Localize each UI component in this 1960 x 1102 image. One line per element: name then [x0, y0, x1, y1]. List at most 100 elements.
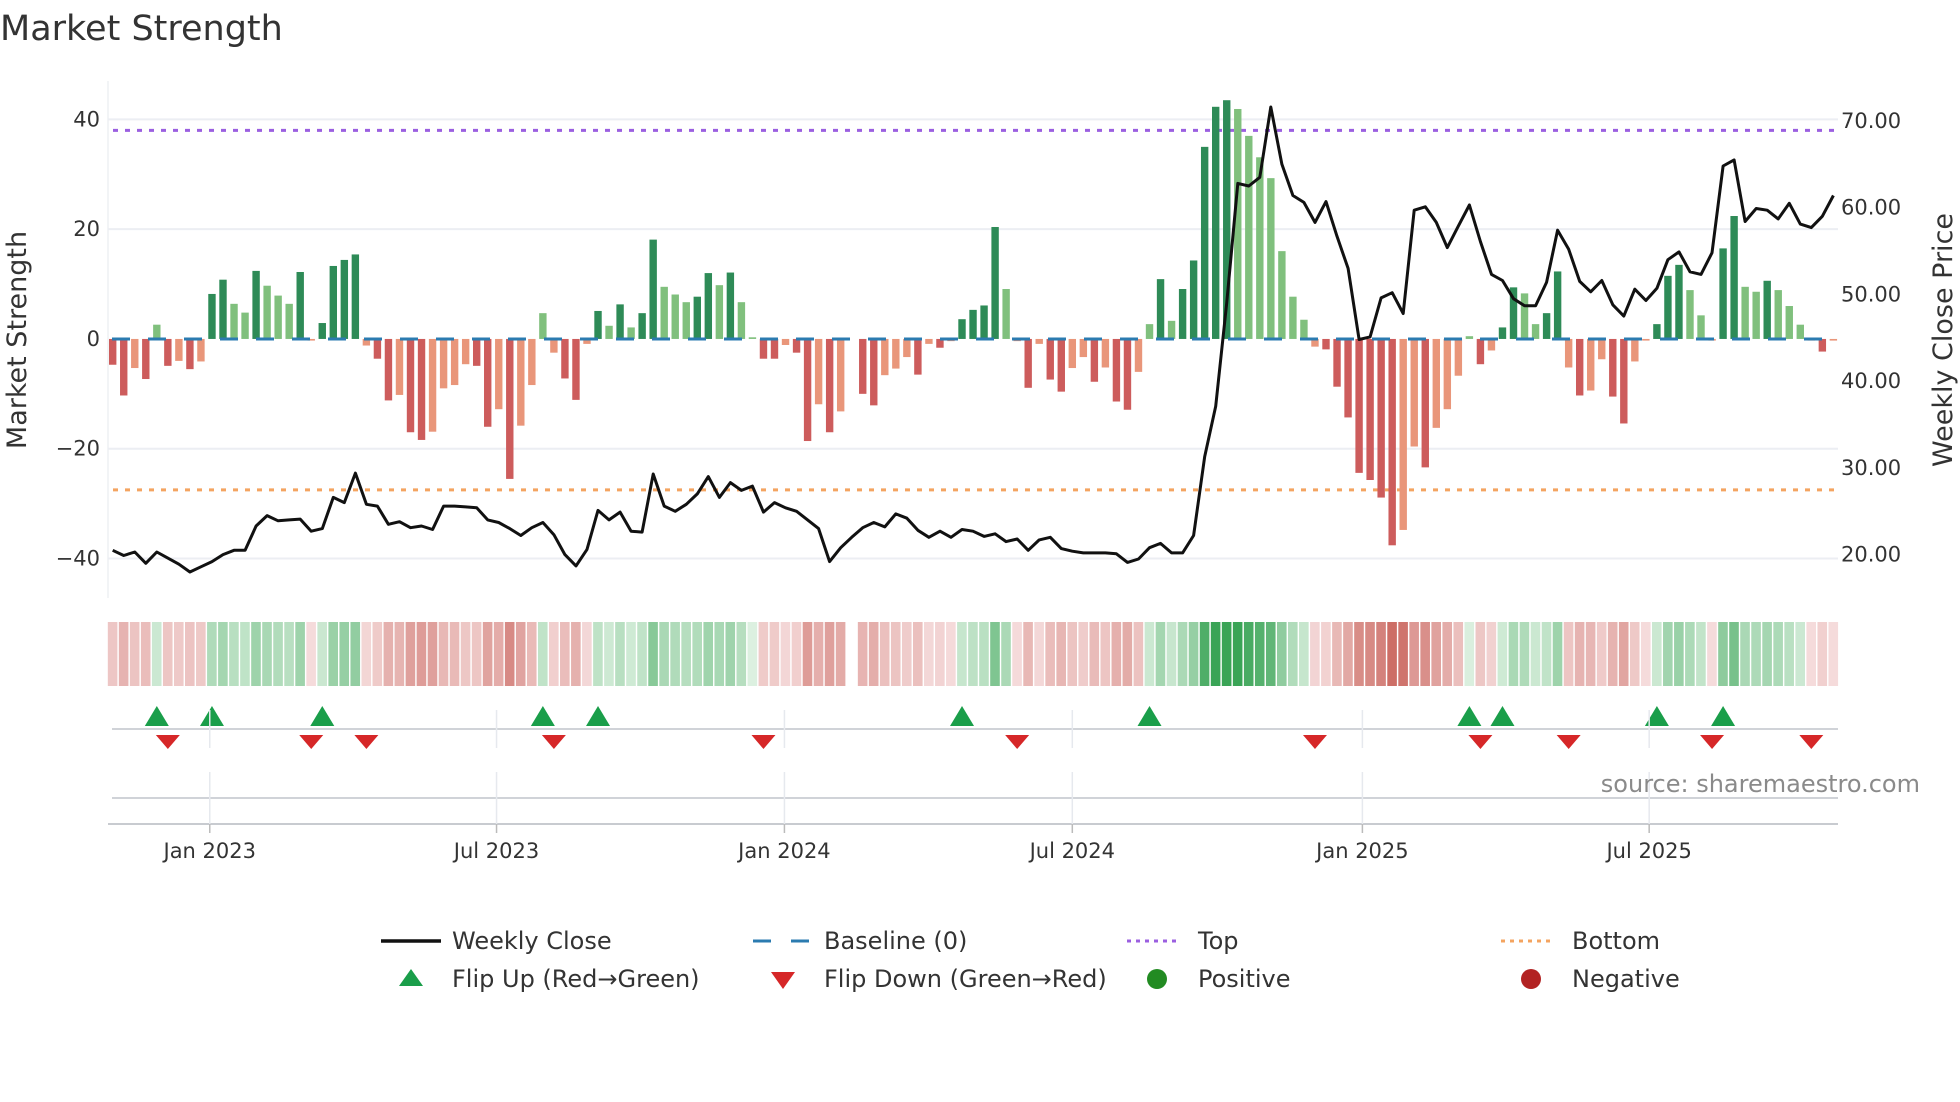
strength-bar	[1542, 313, 1551, 339]
strip-cell	[482, 622, 493, 686]
strength-bar	[1454, 338, 1463, 376]
strip-cell	[1696, 622, 1706, 686]
strength-bar	[1553, 271, 1562, 339]
strip-cell	[1563, 622, 1574, 686]
strength-bar	[737, 302, 746, 339]
strength-bar	[925, 338, 933, 344]
strip-cell	[1817, 622, 1828, 686]
strength-bar	[230, 303, 238, 339]
strip-cell	[405, 622, 416, 686]
strip-cell	[1663, 622, 1673, 686]
strength-bar	[1200, 146, 1209, 339]
strip-cell	[273, 622, 283, 686]
strength-bar	[472, 338, 481, 366]
y2-tick-label: 20.00	[1841, 543, 1901, 567]
strip-cell	[692, 622, 702, 686]
strip-cell	[1210, 622, 1221, 686]
strength-bar	[1730, 216, 1738, 339]
flip-down-marker	[299, 735, 324, 749]
strength-bar	[1123, 338, 1132, 410]
strip-cell	[1045, 622, 1055, 686]
y-tick-label: −40	[56, 546, 100, 570]
strip-cell	[196, 622, 206, 686]
strength-bar	[1079, 338, 1088, 358]
flip-down-marker	[1468, 735, 1493, 749]
flip-up-marker	[1457, 706, 1482, 726]
strength-bar	[715, 285, 724, 339]
legend-label: Baseline (0)	[824, 927, 967, 955]
strip-cell	[1177, 622, 1188, 686]
strength-bar	[859, 338, 867, 394]
strip-cell	[1574, 622, 1585, 686]
x-tick-label: Jul 2023	[452, 839, 539, 863]
strength-bar	[1520, 293, 1529, 339]
strip-cell	[1188, 622, 1199, 686]
legend: Weekly Close Baseline (0) Top Bottom Flip Up…	[381, 927, 1680, 993]
flip-down-marker	[1799, 735, 1824, 749]
strip-cell	[890, 622, 901, 686]
strip-cell	[361, 622, 372, 686]
strength-bar	[836, 338, 845, 412]
strip-cell	[1155, 622, 1166, 686]
strength-bar	[1399, 338, 1407, 530]
strip-cell	[1618, 622, 1629, 686]
strength-bar	[1101, 338, 1110, 368]
strength-bar	[1278, 251, 1286, 339]
y-tick-label: 0	[87, 327, 100, 351]
strength-bar	[219, 279, 227, 339]
strength-bar	[748, 337, 757, 339]
strip-cell	[1607, 622, 1618, 686]
strip-cell	[549, 622, 559, 686]
strength-bar	[439, 338, 448, 389]
strip-cell	[1652, 622, 1662, 686]
flip-down-marker	[1700, 735, 1725, 749]
strength-bar	[1785, 306, 1793, 339]
strip-cell	[1442, 622, 1453, 686]
flip-markers	[112, 706, 1838, 799]
strip-cell	[681, 622, 691, 686]
strength-bar	[759, 338, 768, 359]
strip-cell	[1629, 622, 1640, 686]
strength-bar	[803, 338, 812, 442]
strength-bar	[1432, 338, 1440, 428]
strength-bar	[1587, 338, 1595, 391]
flip-down-marker	[1005, 735, 1030, 749]
strip-cell	[427, 622, 438, 686]
strength-bar	[1035, 338, 1043, 344]
strip-cell	[1773, 622, 1783, 686]
strip-cell	[1674, 622, 1684, 686]
strength-bar	[1653, 324, 1661, 339]
left-axis-ticks: 40 20 0 −20 −40	[56, 107, 100, 570]
strength-bar	[373, 338, 382, 359]
strip-cell	[1100, 622, 1111, 686]
strip-cell	[140, 622, 151, 686]
strip-cell	[736, 622, 747, 686]
strip-cell	[1398, 622, 1408, 686]
strip-cell	[1056, 622, 1066, 686]
strip-cell	[218, 622, 228, 686]
strip-cell	[438, 622, 449, 686]
strip-cell	[780, 622, 791, 686]
strength-bar	[241, 312, 249, 339]
strip-cell	[1387, 622, 1397, 686]
flip-up-marker	[1490, 706, 1515, 726]
strength-bar	[351, 254, 360, 339]
strength-bar	[1796, 324, 1804, 339]
strip-cell	[1707, 622, 1717, 686]
strip-cell	[857, 622, 868, 686]
strip-cell	[1254, 622, 1265, 686]
strip-cell	[1729, 622, 1739, 686]
strength-bar	[914, 338, 922, 375]
flip-down-marker	[155, 735, 180, 749]
y2-tick-label: 30.00	[1841, 456, 1901, 480]
strength-bar	[1156, 279, 1165, 339]
strip-cell	[758, 622, 769, 686]
strength-bar	[1256, 157, 1264, 339]
strip-cell	[593, 622, 603, 686]
strength-bar	[406, 338, 415, 433]
y-tick-label: −20	[56, 437, 100, 461]
strip-cell	[1299, 622, 1309, 686]
strip-cell	[604, 622, 614, 686]
x-tick-label: Jul 2024	[1028, 839, 1115, 863]
strip-cell	[582, 622, 592, 686]
